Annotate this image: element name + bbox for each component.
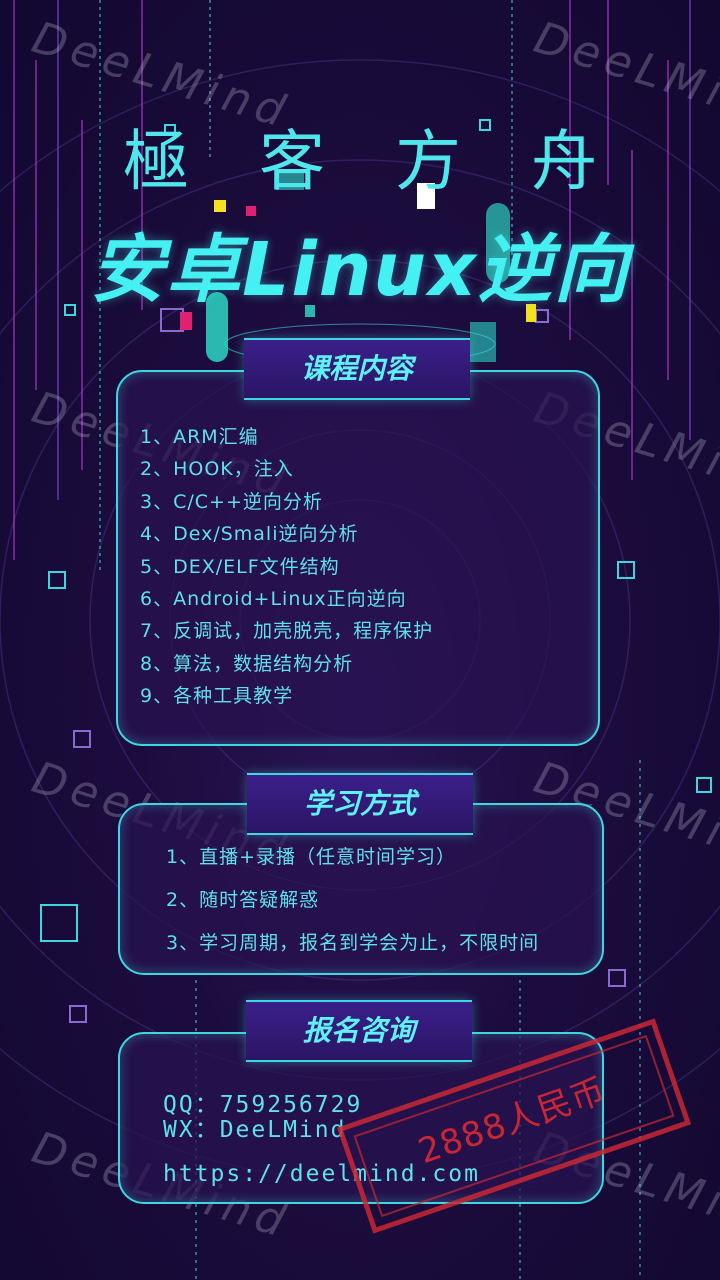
list-item: 4、Dex/Smali逆向分析	[140, 523, 359, 546]
list-item: 1、ARM汇编	[140, 426, 259, 448]
list-item: 8、算法，数据结构分析	[140, 652, 354, 675]
list-item: 2、随时答疑解惑	[166, 889, 320, 911]
contact-panel-label: 报名咨询	[246, 1000, 472, 1062]
list-item: 5、DEX/ELF文件结构	[140, 555, 340, 578]
brand-title: 極客方舟	[123, 123, 667, 200]
course-panel-label: 课程内容	[244, 338, 470, 400]
list-item: 6、Android+Linux正向逆向	[140, 587, 407, 610]
list-item: 9、各种工具教学	[140, 685, 294, 708]
wechat-contact: WX：DeeLMind	[163, 1117, 347, 1143]
list-item: 2、HOOK，注入	[140, 458, 294, 481]
course-list: 1、ARM汇编 2、HOOK，注入 3、C/C++逆向分析 4、Dex/Smal…	[140, 421, 590, 713]
list-item: 1、直播+录播（任意时间学习）	[166, 846, 457, 868]
list-item: 3、C/C++逆向分析	[140, 490, 323, 513]
list-item: 7、反调试，加壳脱壳，程序保护	[140, 620, 434, 643]
method-panel-label: 学习方式	[247, 773, 473, 835]
list-item: 3、学习周期，报名到学会为止，不限时间	[166, 932, 540, 954]
method-list: 1、直播+录播（任意时间学习） 2、随时答疑解惑 3、学习周期，报名到学会为止，…	[166, 836, 596, 965]
headline: 安卓Linux逆向	[90, 227, 630, 313]
